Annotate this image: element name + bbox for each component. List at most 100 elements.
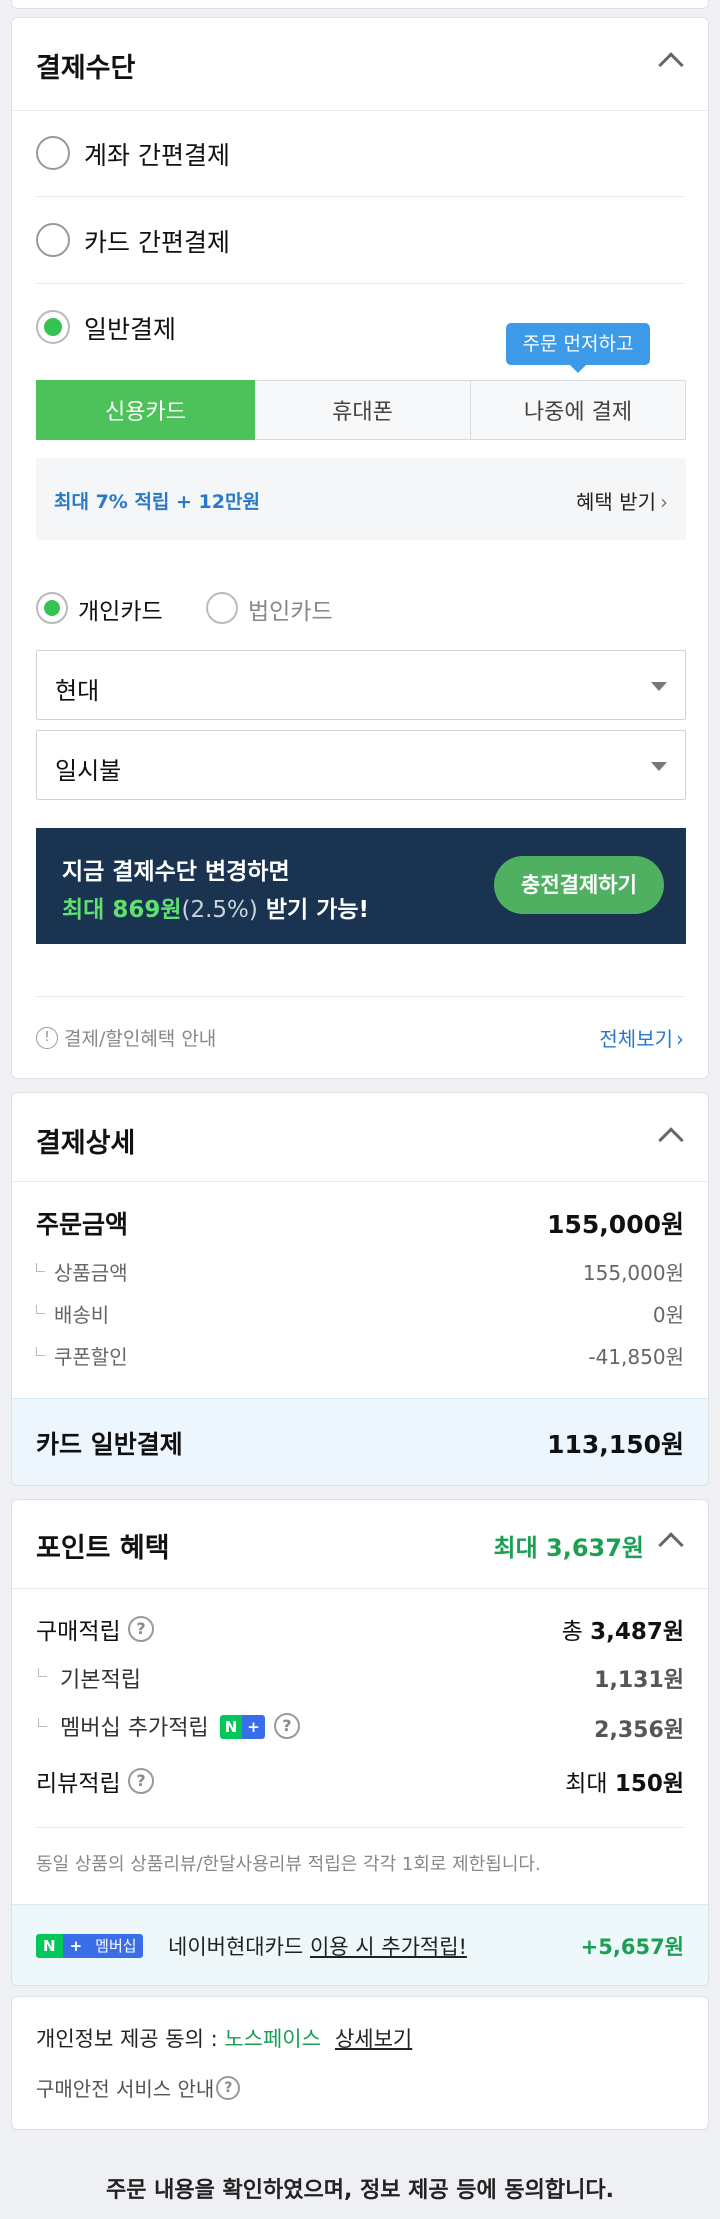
tab-label: 나중에 결제 [523,400,633,425]
agreement-footer: 주문 내용을 확인하였으며, 정보 제공 등에 동의합니다. [106,2178,614,2203]
caret-down-icon [651,682,667,691]
button-label: 충전결제하기 [521,873,637,897]
safety-service-info[interactable]: 구매안전 서비스 안내? [36,2073,241,2102]
tree-elbow-icon [38,1718,47,1727]
tab-pay-later[interactable]: 나중에 결제 [470,380,686,440]
tooltip-arrow [570,365,586,373]
basic-label: 기본적립 [60,1668,141,1693]
points-card: 포인트 혜택 최대 3,637원 구매적립 ? 총 3,487원 기본적립 1,… [11,1499,709,1986]
divider [12,1181,708,1182]
label-text: 구매적립 [36,1619,121,1645]
radio-circle[interactable] [36,136,70,170]
radio-label: 일반결제 [84,315,177,344]
chevron-up-icon[interactable] [658,1127,684,1153]
card-name: 네이버현대카드 [168,1935,304,1959]
divider [36,996,684,997]
detail-value: 155,000원 [582,1261,684,1285]
card-link[interactable]: 이용 시 추가적립! [310,1935,467,1959]
help-icon[interactable]: ? [216,2075,241,2100]
detail-label: 상품금액 [54,1261,128,1285]
help-icon[interactable]: ? [127,1768,154,1794]
review-value: 최대 150원 [565,1764,684,1798]
caret-down-icon [651,762,667,771]
tree-elbow-icon [36,1305,45,1314]
total-value: 113,150원 [547,1430,684,1459]
radio-circle[interactable] [36,223,70,257]
benefit-notice[interactable]: ! 결제/할인혜택 안내 [36,1024,216,1051]
naver-card-promo[interactable]: N + 멤버십 네이버현대카드 이용 시 추가적립! +5,657원 [12,1904,708,1985]
detail-value: -41,850원 [588,1345,684,1369]
divider [36,1827,684,1828]
installment-select[interactable]: 일시불 [36,730,686,800]
naver-card-value: +5,657원 [580,1935,684,1959]
benefit-link[interactable]: 혜택 받기 › [576,486,668,515]
chevron-up-icon[interactable] [658,52,684,78]
badge-plus: + [242,1714,265,1739]
view-all-label: 전체보기 [599,1027,673,1051]
consent-label: 개인정보 제공 동의 : [36,2027,225,2051]
view-all-link[interactable]: 전체보기 › [599,1023,684,1052]
help-icon[interactable]: ? [127,1616,154,1642]
tab-label: 휴대폰 [332,400,393,425]
points-title: 포인트 혜택 [36,1533,170,1564]
divider [36,196,684,197]
value-prefix: 총 [561,1619,591,1645]
promo-line2: 최대 869원(2.5%) 받기 가능! [62,890,369,924]
consent-company: 노스페이스 [224,2027,321,2051]
naver-plus-membership-badge-icon: N + 멤버십 [36,1934,143,1958]
consent-line: 개인정보 제공 동의 : 노스페이스 상세보기 [36,2023,412,2053]
order-amount-value: 155,000원 [547,1210,684,1239]
label-text: 리뷰적립 [36,1771,121,1797]
benefit-link-label: 혜택 받기 [576,490,656,514]
radio-label: 계좌 간편결제 [84,141,230,170]
promo-suffix: 받기 가능! [257,897,370,923]
badge-plus: + [62,1934,90,1958]
tab-credit-card[interactable]: 신용카드 [36,380,255,440]
label-text: 멤버십 추가적립 [60,1716,209,1741]
naver-plus-badge-icon: N + [219,1714,265,1739]
tree-elbow-icon [38,1668,47,1677]
help-icon[interactable]: ? [273,1713,300,1739]
safety-label: 구매안전 서비스 안내 [36,2077,215,2101]
payment-method-title: 결제수단 [36,53,136,84]
tooltip-text: 주문 먼저하고 [522,333,634,355]
payment-detail-card: 결제상세 주문금액 155,000원 상품금액 155,000원 배송비 0원 … [11,1092,709,1486]
naver-card-text: 네이버현대카드 이용 시 추가적립! [168,1931,467,1961]
radio-circle[interactable] [206,592,238,624]
detail-label: 배송비 [54,1303,110,1327]
value-prefix: 최대 [565,1771,615,1797]
detail-label: 쿠폰할인 [54,1345,128,1369]
basic-value: 1,131원 [594,1668,684,1693]
chevron-up-icon[interactable] [658,1532,684,1558]
pay-later-tooltip: 주문 먼저하고 [506,323,650,373]
purchase-value: 총 3,487원 [562,1612,684,1646]
promo-percent: (2.5%) [181,897,258,923]
payment-method-card: 결제수단 계좌 간편결제 카드 간편결제 일반결제 주문 먼저하고 신용카드 휴… [11,17,709,1079]
membership-label: 멤버십 추가적립 N + ? [60,1710,300,1742]
tab-phone[interactable]: 휴대폰 [255,380,471,440]
radio-circle-selected[interactable] [36,592,68,624]
radio-circle-selected[interactable] [36,310,70,344]
consent-detail-link[interactable]: 상세보기 [335,2027,412,2051]
charge-pay-button[interactable]: 충전결제하기 [494,856,664,914]
total-row: 카드 일반결제 113,150원 [12,1398,708,1485]
tree-elbow-icon [36,1263,45,1272]
points-max: 최대 3,637원 [493,1534,644,1562]
benefit-text: 최대 7% 적립 + 12만원 [54,491,260,513]
tab-label: 신용카드 [105,400,186,425]
notice-label: 결제/할인혜택 안내 [64,1028,217,1050]
promo-banner: 지금 결제수단 변경하면 최대 869원(2.5%) 받기 가능! 충전결제하기 [36,828,686,944]
purchase-label: 구매적립 ? [36,1612,154,1646]
select-value: 일시불 [55,757,122,785]
info-icon: ! [36,1026,58,1049]
payment-detail-title: 결제상세 [36,1128,136,1159]
select-value: 현대 [55,677,100,705]
divider [12,1588,708,1589]
radio-label: 개인카드 [78,599,163,625]
review-label: 리뷰적립 ? [36,1764,154,1798]
previous-section-card [11,0,709,9]
total-label: 카드 일반결제 [36,1430,183,1459]
card-company-select[interactable]: 현대 [36,650,686,720]
radio-label: 카드 간편결제 [84,228,230,257]
consent-card: 개인정보 제공 동의 : 노스페이스 상세보기 구매안전 서비스 안내? [11,1996,709,2130]
